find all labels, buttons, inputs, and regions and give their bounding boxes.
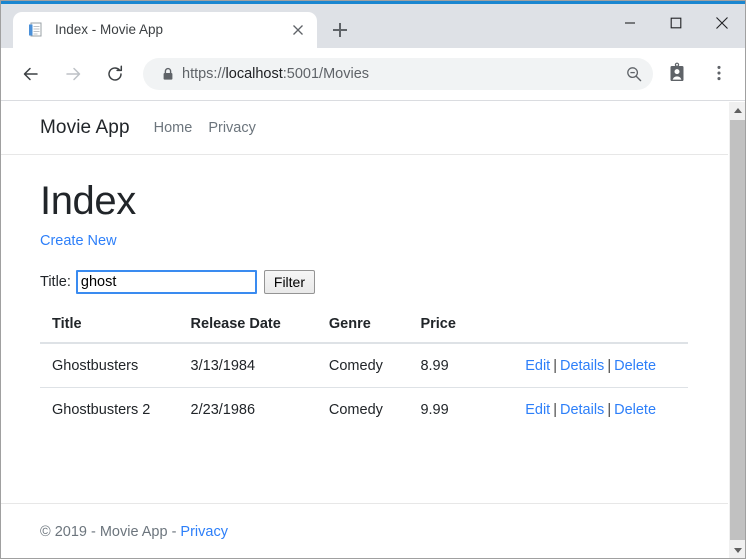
- footer-privacy-link[interactable]: Privacy: [180, 524, 228, 540]
- table-row: Ghostbusters 3/13/1984 Comedy 8.99 Edit |…: [40, 343, 688, 388]
- site-navbar: Movie App Home Privacy: [1, 102, 728, 155]
- zoom-out-icon[interactable]: [625, 65, 643, 83]
- browser-window: Index - Movie App https://localhost:5001…: [0, 0, 746, 559]
- table-row: Ghostbusters 2 2/23/1986 Comedy 9.99 Edi…: [40, 388, 688, 432]
- forward-arrow-icon: [57, 58, 89, 90]
- cell-actions: Edit | Details | Delete: [525, 343, 688, 388]
- site-footer: © 2019 - Movie App - Privacy: [1, 503, 728, 558]
- footer-text: © 2019 - Movie App -: [40, 523, 177, 540]
- url-rest: :5001/Movies: [282, 66, 370, 82]
- vertical-scrollbar[interactable]: [728, 102, 745, 558]
- column-header-actions: [525, 316, 688, 344]
- create-new-link[interactable]: Create New: [40, 233, 117, 249]
- scrollbar-thumb[interactable]: [730, 120, 745, 540]
- three-dot-menu-icon[interactable]: [705, 59, 733, 87]
- details-link[interactable]: Details: [560, 402, 604, 418]
- action-separator: |: [607, 402, 612, 418]
- movies-table: Title Release Date Genre Price Ghostbust…: [40, 316, 688, 431]
- table-body: Ghostbusters 3/13/1984 Comedy 8.99 Edit |…: [40, 343, 688, 431]
- url-scheme: https://: [182, 66, 226, 82]
- window-controls: [607, 7, 745, 39]
- profile-badge-icon[interactable]: [663, 59, 691, 87]
- minimize-icon[interactable]: [607, 7, 653, 39]
- column-header-price: Price: [420, 316, 526, 344]
- back-arrow-icon[interactable]: [15, 58, 47, 90]
- cell-price: 9.99: [420, 402, 449, 418]
- browser-tab-active[interactable]: Index - Movie App: [13, 12, 317, 48]
- maximize-icon[interactable]: [653, 7, 699, 39]
- edit-link[interactable]: Edit: [525, 402, 550, 418]
- action-separator: |: [553, 402, 557, 418]
- cell-title: Ghostbusters: [40, 343, 191, 388]
- lock-icon: [160, 66, 176, 82]
- document-icon: [27, 21, 45, 39]
- cell-genre: Comedy: [328, 402, 383, 418]
- cell-price: 8.99: [420, 343, 526, 388]
- address-bar[interactable]: https://localhost:5001/Movies: [143, 58, 653, 90]
- reload-icon[interactable]: [99, 58, 131, 90]
- browser-toolbar: https://localhost:5001/Movies: [1, 48, 745, 101]
- triangle-up-icon[interactable]: [729, 102, 745, 119]
- title-filter-label: Title:: [40, 274, 71, 290]
- triangle-down-icon[interactable]: [729, 542, 745, 558]
- tab-strip: Index - Movie App: [1, 4, 745, 48]
- delete-link[interactable]: Delete: [614, 402, 656, 418]
- nav-link-privacy[interactable]: Privacy: [208, 120, 256, 136]
- action-separator: |: [553, 358, 557, 374]
- plus-icon[interactable]: [328, 18, 352, 42]
- table-head: Title Release Date Genre Price: [40, 316, 688, 344]
- delete-link[interactable]: Delete: [614, 358, 656, 374]
- column-header-release-date: Release Date: [190, 316, 329, 344]
- search-input[interactable]: [75, 270, 257, 294]
- url-host: localhost: [225, 66, 283, 82]
- edit-link[interactable]: Edit: [525, 358, 550, 374]
- address-bar-url: https://localhost:5001/Movies: [182, 58, 369, 90]
- site-brand[interactable]: Movie App: [40, 117, 130, 139]
- action-separator: |: [607, 358, 612, 374]
- nav-link-home[interactable]: Home: [154, 120, 193, 136]
- close-icon[interactable]: [699, 7, 745, 39]
- cell-title: Ghostbusters 2: [52, 402, 151, 418]
- column-header-genre: Genre: [328, 316, 421, 344]
- page-viewport: Movie App Home Privacy Index Create New …: [1, 102, 728, 558]
- cell-genre: Comedy: [328, 343, 421, 388]
- page-content: Index Create New Title: Filter Title Rel…: [1, 155, 728, 431]
- filter-button[interactable]: Filter: [263, 270, 316, 294]
- cell-release-date: 3/13/1984: [190, 343, 329, 388]
- cell-actions: Edit | Details | Delete: [525, 388, 688, 432]
- column-header-title: Title: [40, 316, 191, 344]
- details-link[interactable]: Details: [560, 358, 604, 374]
- cell-release-date: 2/23/1986: [190, 402, 256, 418]
- page-title: Index: [40, 179, 136, 223]
- close-icon[interactable]: [289, 21, 307, 39]
- tab-title: Index - Movie App: [55, 22, 164, 37]
- filter-form: Title: Filter: [40, 270, 689, 294]
- table-header-row: Title Release Date Genre Price: [40, 316, 688, 344]
